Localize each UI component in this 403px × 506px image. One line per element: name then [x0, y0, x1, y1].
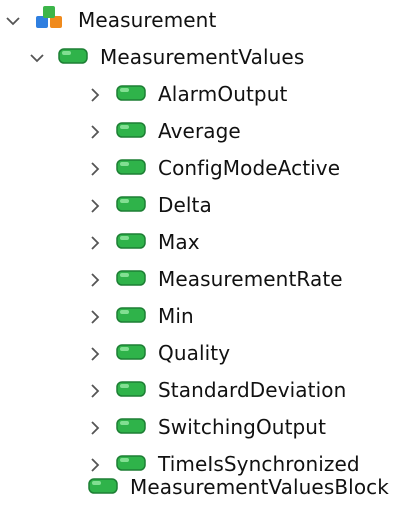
tree-node-alarmoutput[interactable]: AlarmOutput [86, 76, 287, 113]
tree-node-label: Quality [158, 341, 231, 365]
tree-node-standarddeviation[interactable]: StandardDeviation [86, 372, 346, 409]
tree-node-min[interactable]: Min [86, 298, 194, 335]
tree-node-label: Measurement [78, 8, 217, 32]
chevron-right-icon[interactable] [86, 86, 104, 104]
variable-tag-icon [116, 195, 146, 217]
variable-tag-icon [116, 84, 146, 106]
variable-tag-icon [116, 269, 146, 291]
tree-node-label: SwitchingOutput [158, 415, 327, 439]
tree-node-label: MeasurementValuesBlock [130, 475, 389, 499]
chevron-right-icon[interactable] [86, 160, 104, 178]
object-tree: Measurement MeasurementValues AlarmOutpu… [0, 0, 403, 503]
tree-node-measurement[interactable]: Measurement [4, 2, 216, 39]
variable-tag-icon [116, 232, 146, 254]
tree-node-delta[interactable]: Delta [86, 187, 212, 224]
tree-node-configmodeactive[interactable]: ConfigModeActive [86, 150, 340, 187]
variable-tag-icon [116, 380, 146, 402]
tree-node-label: Min [158, 304, 194, 328]
tree-node-average[interactable]: Average [86, 113, 241, 150]
chevron-right-icon[interactable] [86, 123, 104, 141]
chevron-right-icon[interactable] [86, 345, 104, 363]
chevron-down-icon[interactable] [28, 49, 46, 67]
tree-node-measurementvalues[interactable]: MeasurementValues [28, 39, 304, 76]
tree-node-measurementvaluesblock[interactable]: MeasurementValuesBlock [58, 469, 389, 506]
tree-node-label: MeasurementValues [100, 45, 305, 69]
tree-node-max[interactable]: Max [86, 224, 200, 261]
variable-tag-icon [116, 306, 146, 328]
tree-node-label: Average [158, 119, 241, 143]
tree-node-switchingoutput[interactable]: SwitchingOutput [86, 409, 326, 446]
variable-tag-icon [116, 158, 146, 180]
tree-node-label: AlarmOutput [158, 82, 288, 106]
chevron-right-icon[interactable] [86, 234, 104, 252]
tree-node-label: MeasurementRate [158, 267, 343, 291]
chevron-right-icon[interactable] [86, 271, 104, 289]
variable-tag-icon [58, 47, 88, 69]
chevron-down-icon[interactable] [4, 12, 22, 30]
tree-node-quality[interactable]: Quality [86, 335, 230, 372]
tree-node-label: StandardDeviation [158, 378, 347, 402]
variable-tag-icon [116, 121, 146, 143]
tree-node-label: Max [158, 230, 200, 254]
tree-node-label: Delta [158, 193, 212, 217]
chevron-right-icon[interactable] [86, 382, 104, 400]
variable-tag-icon [88, 477, 118, 499]
chevron-right-icon[interactable] [86, 197, 104, 215]
chevron-right-icon[interactable] [86, 308, 104, 326]
object-cubes-icon [34, 5, 66, 37]
variable-tag-icon [116, 343, 146, 365]
tree-node-measurementrate[interactable]: MeasurementRate [86, 261, 343, 298]
variable-tag-icon [116, 417, 146, 439]
tree-node-label: ConfigModeActive [158, 156, 341, 180]
chevron-right-icon[interactable] [86, 419, 104, 437]
